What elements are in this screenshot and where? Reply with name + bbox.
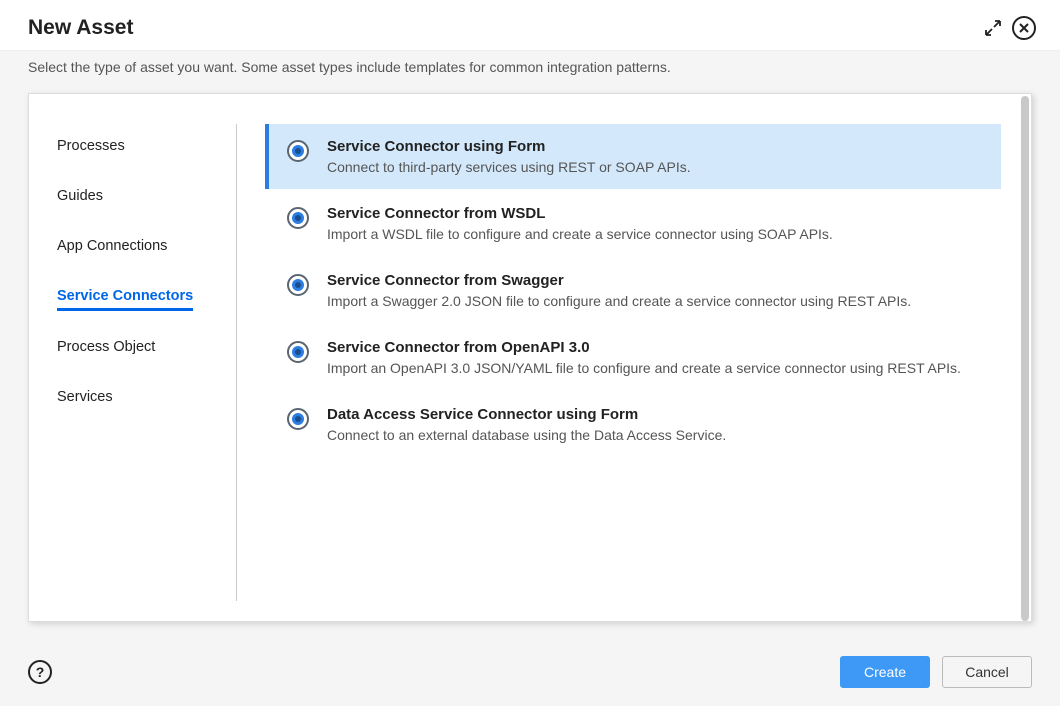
- options-list: Service Connector using Form Connect to …: [237, 124, 1011, 601]
- option-service-connector-form[interactable]: Service Connector using Form Connect to …: [265, 124, 1001, 189]
- option-service-connector-openapi[interactable]: Service Connector from OpenAPI 3.0 Impor…: [265, 325, 1001, 390]
- scrollbar[interactable]: [1021, 96, 1029, 621]
- option-title: Service Connector from OpenAPI 3.0: [327, 339, 983, 356]
- header-icons: [984, 16, 1036, 40]
- option-desc: Connect to third-party services using RE…: [327, 159, 983, 175]
- option-title: Service Connector using Form: [327, 138, 983, 155]
- sidebar-item-guides[interactable]: Guides: [57, 182, 103, 210]
- option-desc: Connect to an external database using th…: [327, 427, 983, 443]
- option-desc: Import a WSDL file to configure and crea…: [327, 226, 983, 242]
- sidebar-item-processes[interactable]: Processes: [57, 132, 125, 160]
- dialog-subtitle: Select the type of asset you want. Some …: [0, 50, 1060, 93]
- option-title: Service Connector from Swagger: [327, 272, 983, 289]
- asset-type-sidebar: Processes Guides App Connections Service…: [57, 124, 237, 601]
- option-text: Data Access Service Connector using Form…: [327, 406, 983, 443]
- help-icon[interactable]: ?: [28, 660, 52, 684]
- option-title: Data Access Service Connector using Form: [327, 406, 983, 423]
- dialog-body: Processes Guides App Connections Service…: [0, 93, 1060, 642]
- option-desc: Import a Swagger 2.0 JSON file to config…: [327, 293, 983, 309]
- option-text: Service Connector from OpenAPI 3.0 Impor…: [327, 339, 983, 376]
- new-asset-dialog: New Asset Select the type of asset you w…: [0, 0, 1060, 706]
- dialog-footer: ? Create Cancel: [0, 642, 1060, 706]
- create-button[interactable]: Create: [840, 656, 930, 688]
- sidebar-item-app-connections[interactable]: App Connections: [57, 232, 167, 260]
- option-data-access-connector[interactable]: Data Access Service Connector using Form…: [265, 392, 1001, 457]
- dialog-header: New Asset: [0, 0, 1060, 50]
- cancel-button[interactable]: Cancel: [942, 656, 1032, 688]
- gear-icon: [287, 207, 309, 229]
- gear-icon: [287, 408, 309, 430]
- option-text: Service Connector from WSDL Import a WSD…: [327, 205, 983, 242]
- gear-icon: [287, 341, 309, 363]
- option-desc: Import an OpenAPI 3.0 JSON/YAML file to …: [327, 360, 983, 376]
- option-service-connector-swagger[interactable]: Service Connector from Swagger Import a …: [265, 258, 1001, 323]
- expand-icon[interactable]: [984, 19, 1002, 37]
- sidebar-item-service-connectors[interactable]: Service Connectors: [57, 282, 193, 311]
- sidebar-item-services[interactable]: Services: [57, 383, 113, 411]
- option-service-connector-wsdl[interactable]: Service Connector from WSDL Import a WSD…: [265, 191, 1001, 256]
- option-text: Service Connector using Form Connect to …: [327, 138, 983, 175]
- sidebar-item-process-object[interactable]: Process Object: [57, 333, 155, 361]
- footer-buttons: Create Cancel: [840, 656, 1032, 688]
- dialog-title: New Asset: [28, 16, 984, 40]
- gear-icon: [287, 274, 309, 296]
- main-panel: Processes Guides App Connections Service…: [28, 93, 1032, 622]
- option-title: Service Connector from WSDL: [327, 205, 983, 222]
- gear-icon: [287, 140, 309, 162]
- close-icon[interactable]: [1012, 16, 1036, 40]
- option-text: Service Connector from Swagger Import a …: [327, 272, 983, 309]
